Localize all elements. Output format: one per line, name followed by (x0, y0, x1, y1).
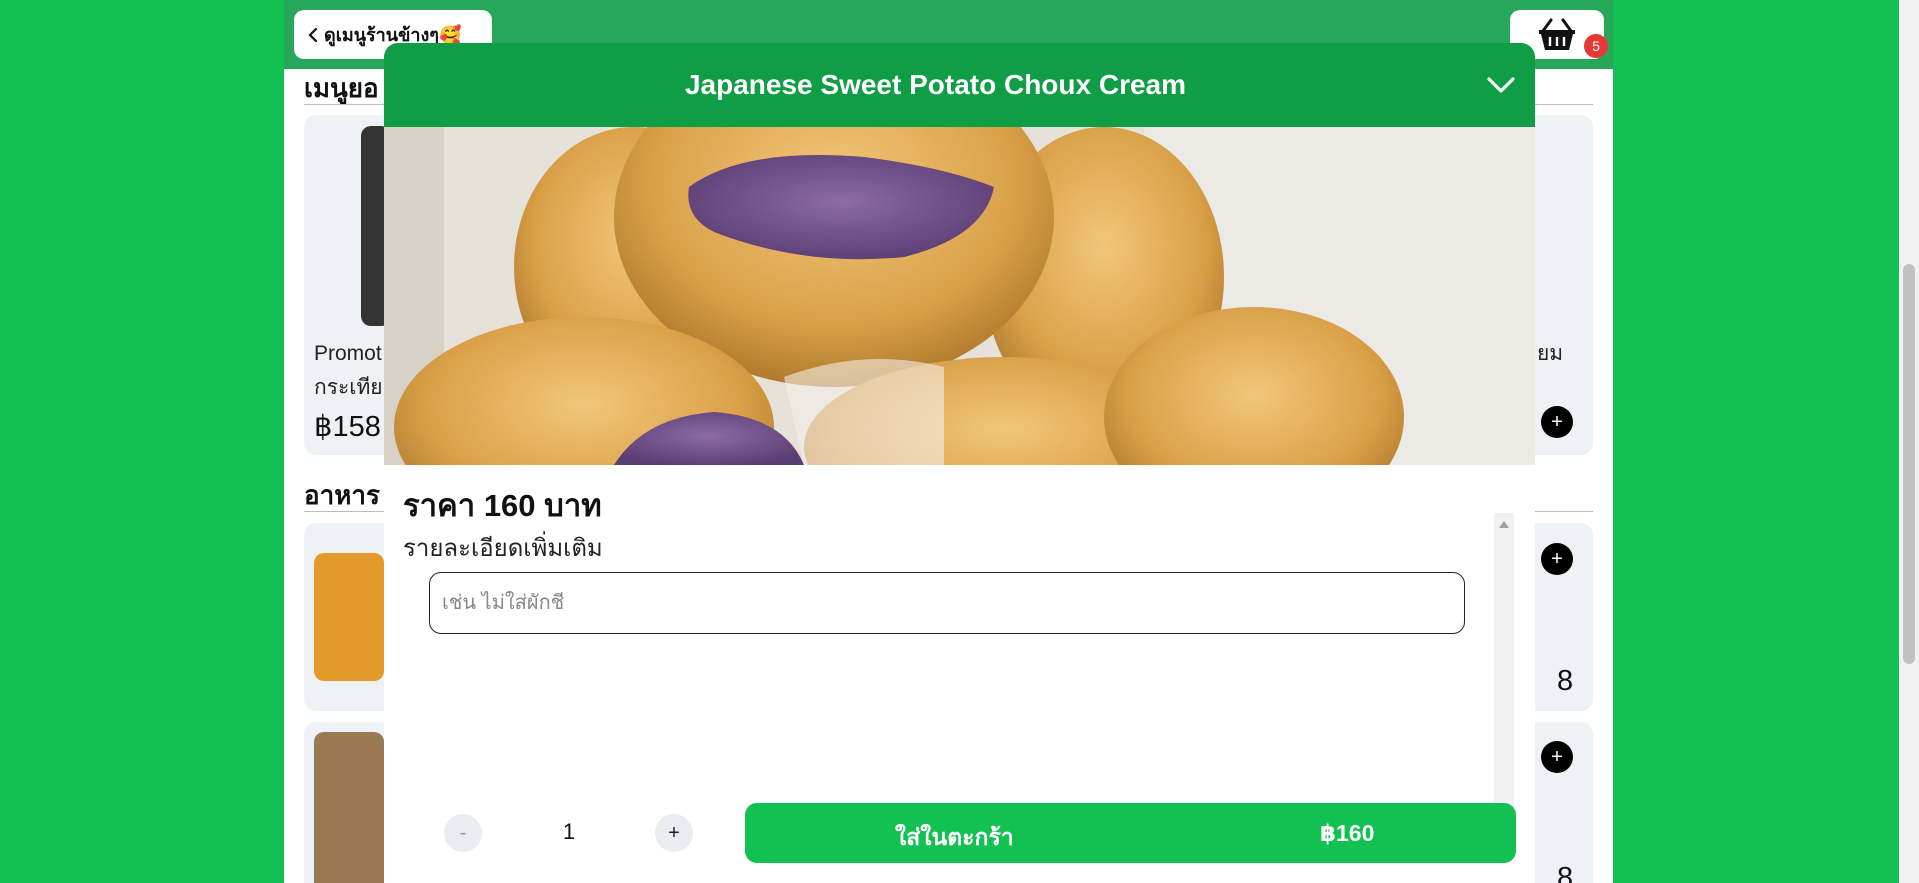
menu-item-price: 8 (1557, 862, 1574, 883)
plus-icon: + (1551, 410, 1563, 433)
cart-count-badge: 5 (1584, 34, 1608, 58)
menu-item-price: 8 (1557, 665, 1574, 697)
plus-icon: + (1551, 745, 1563, 768)
item-price-text: ราคา 160 บาท (403, 488, 602, 523)
page-scrollbar[interactable] (1899, 0, 1919, 883)
add-to-cart-price: ฿160 (1320, 820, 1375, 846)
chevron-down-icon (1487, 77, 1515, 93)
additional-details-label: รายละเอียดเพิ่มเติม (403, 535, 603, 562)
section-title-recommended: เมนูยอ (304, 73, 379, 103)
page-scrollbar-thumb[interactable] (1903, 264, 1915, 664)
quantity-decrease-button[interactable]: - (444, 814, 482, 852)
add-to-cart-label: ใส่ในตะกร้า (895, 824, 1014, 850)
add-item-button[interactable]: + (1541, 406, 1573, 438)
menu-item-image (314, 553, 384, 681)
basket-icon (1539, 18, 1575, 50)
quantity-increase-button[interactable]: + (655, 814, 693, 852)
additional-details-input[interactable] (429, 572, 1465, 634)
scroll-up-arrow-icon[interactable] (1499, 521, 1509, 528)
add-item-button[interactable]: + (1541, 741, 1573, 773)
modal-header: Japanese Sweet Potato Choux Cream (384, 43, 1535, 127)
minus-icon: - (459, 821, 467, 844)
menu-item-name-line1: Promot (314, 342, 382, 365)
menu-item-price: ฿158 (314, 411, 381, 443)
close-modal-button[interactable] (1481, 65, 1521, 105)
menu-item-name-line2: กระเทีย (314, 376, 383, 399)
menu-item-photo (384, 127, 1535, 465)
quantity-value: 1 (562, 819, 576, 844)
menu-item-name-right: ยม (1537, 342, 1564, 365)
add-to-cart-button[interactable]: ใส่ในตะกร้า ฿160 (745, 803, 1516, 863)
modal-title: Japanese Sweet Potato Choux Cream (684, 69, 1187, 100)
menu-item-image (314, 732, 384, 883)
menu-item-modal: Japanese Sweet Potato Choux Cream ราคา 1… (384, 43, 1535, 883)
add-item-button[interactable]: + (1541, 543, 1573, 575)
plus-icon: + (668, 821, 680, 844)
choux-cream-photo (384, 127, 1535, 465)
chevron-left-icon (308, 27, 318, 42)
plus-icon: + (1551, 547, 1563, 570)
modal-scrollbar[interactable] (1494, 513, 1514, 835)
section-title-food: อาหาร (304, 480, 380, 510)
